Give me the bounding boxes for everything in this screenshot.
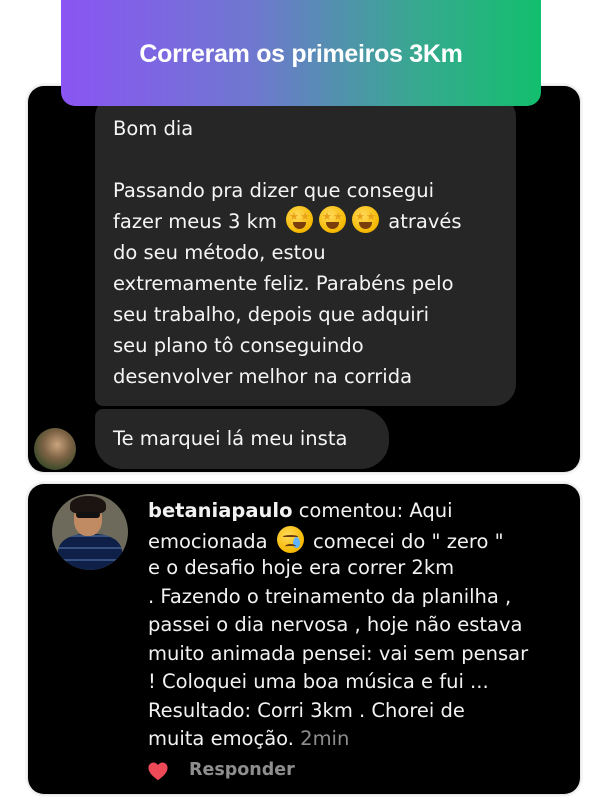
comment-line: passei o dia nervosa , hoje não estava: [148, 613, 523, 636]
message-fragment: fazer meus 3 km: [113, 210, 277, 233]
comment-fragment: muita emoção.: [148, 727, 294, 750]
star-struck-emoji: ★ ★: [286, 206, 314, 233]
reply-button[interactable]: Responder: [189, 757, 295, 783]
heart-icon[interactable]: [147, 761, 169, 781]
message-text: Te marquei lá meu insta: [113, 427, 348, 450]
comment-line: e o desafio hoje era correr 2km: [148, 556, 455, 579]
message-line: seu plano tô conseguindo: [113, 334, 364, 357]
comment-line: Resultado: Corri 3km . Chorei de: [148, 698, 465, 722]
comment-timestamp: 2min: [300, 727, 350, 750]
message-line: Passando pra dizer que consegui: [113, 179, 435, 202]
crying-face-emoji: [276, 525, 304, 553]
message-fragment: através: [388, 210, 462, 233]
sender-avatar[interactable]: [34, 428, 76, 470]
comment-line: muito animada pensei: vai sem pensar: [148, 641, 529, 665]
comment-line: . Fazendo o treinamento da planilha ,: [148, 584, 512, 608]
message-line: extremamente feliz. Parabéns pelo: [113, 272, 454, 295]
comment-fragment: comentou: Aqui: [298, 499, 453, 522]
message-bubble[interactable]: Te marquei lá meu insta: [95, 409, 389, 469]
commenter-avatar[interactable]: [52, 494, 128, 570]
comment-line: ! Coloquei uma boa música e fui ...: [148, 670, 489, 693]
comment-username[interactable]: betaniapaulo: [148, 499, 292, 522]
message-line: do seu método, estou: [113, 241, 326, 264]
message-line: desenvolver melhor na corrida: [113, 365, 413, 388]
title-banner: Correram os primeiros 3Km: [61, 0, 541, 106]
star-struck-emoji: ★ ★: [352, 206, 380, 233]
message-line: fazer meus 3 km ★ ★ ★ ★ ★ ★ através: [113, 206, 498, 237]
banner-title: Correram os primeiros 3Km: [139, 39, 463, 68]
message-line: seu trabalho, depois que adquiri: [113, 303, 430, 326]
comment-fragment: comecei do " zero ": [313, 529, 504, 553]
message-bubble[interactable]: Bom dia Passando pra dizer que consegui …: [95, 95, 516, 406]
star-struck-emoji: ★ ★: [319, 206, 347, 233]
message-line: Bom dia: [113, 117, 194, 140]
comment-text: betaniapaulo comentou: Aqui emocionada c…: [148, 497, 573, 754]
comment-fragment: emocionada: [148, 529, 268, 553]
